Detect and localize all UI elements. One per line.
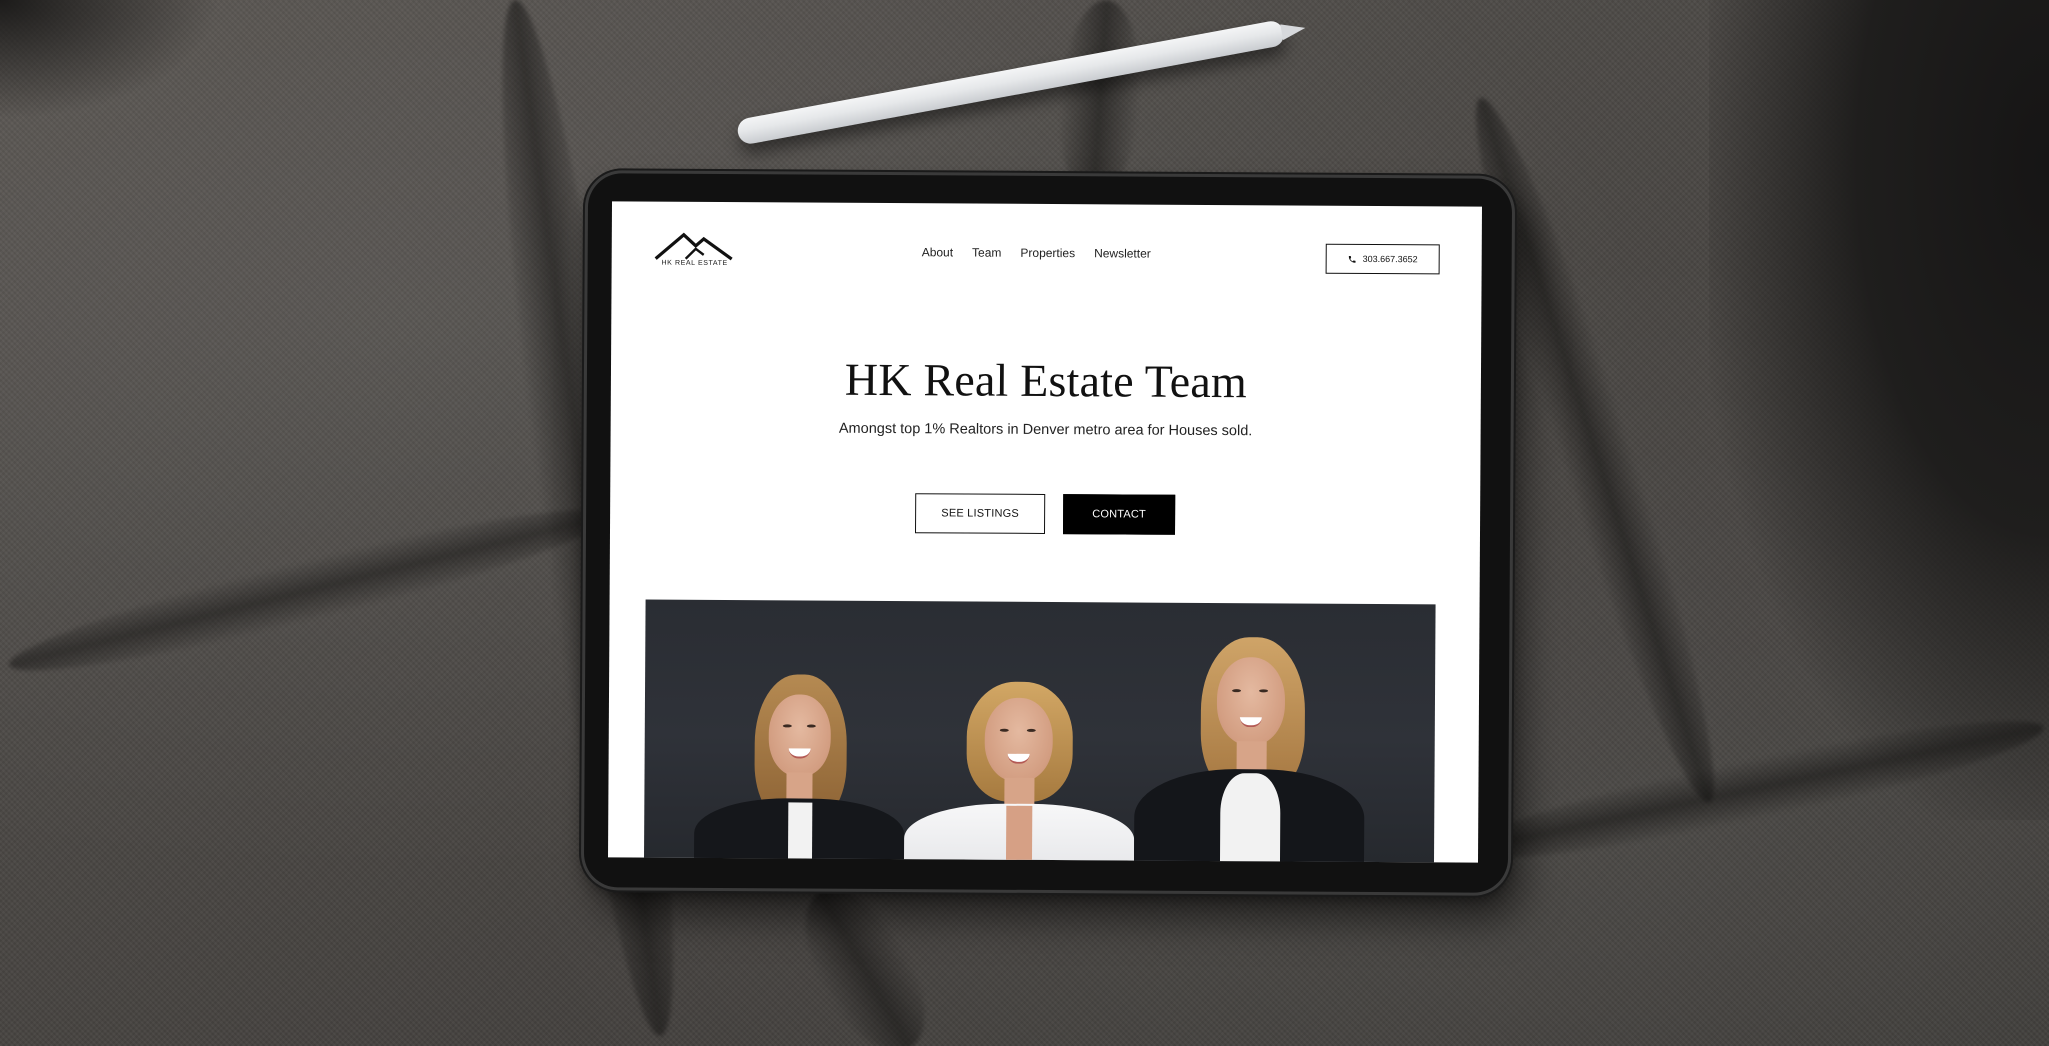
phone-icon xyxy=(1348,255,1356,263)
hero-title: HK Real Estate Team xyxy=(844,353,1248,408)
site-header: HK REAL ESTATE About Team Properties New… xyxy=(611,201,1482,296)
site-logo[interactable]: HK REAL ESTATE xyxy=(652,232,738,273)
logo-text: HK REAL ESTATE xyxy=(661,259,728,268)
background-shadow-left xyxy=(0,0,220,120)
phone-button[interactable]: 303.667.3652 xyxy=(1325,243,1440,275)
nav-item-properties[interactable]: Properties xyxy=(1020,246,1075,260)
hero-buttons: SEE LISTINGS CONTACT xyxy=(610,491,1480,536)
hero-subtitle: Amongst top 1% Realtors in Denver metro … xyxy=(838,420,1253,440)
phone-number: 303.667.3652 xyxy=(1362,253,1418,265)
team-member-right xyxy=(1133,636,1365,863)
main-nav: About Team Properties Newsletter xyxy=(922,245,1151,260)
nav-item-team[interactable]: Team xyxy=(972,246,1001,260)
team-member-center xyxy=(903,681,1135,863)
tablet-screen: HK REAL ESTATE About Team Properties New… xyxy=(608,201,1483,863)
team-photo xyxy=(643,599,1436,863)
nav-item-about[interactable]: About xyxy=(922,245,953,259)
contact-button[interactable]: CONTACT xyxy=(1062,494,1176,535)
nav-item-newsletter[interactable]: Newsletter xyxy=(1094,246,1151,260)
team-member-left xyxy=(693,674,905,863)
mountain-icon xyxy=(654,232,733,261)
tablet-device: HK REAL ESTATE About Team Properties New… xyxy=(583,173,1513,893)
see-listings-button[interactable]: SEE LISTINGS xyxy=(914,493,1046,534)
background-shadow xyxy=(1709,0,2049,820)
